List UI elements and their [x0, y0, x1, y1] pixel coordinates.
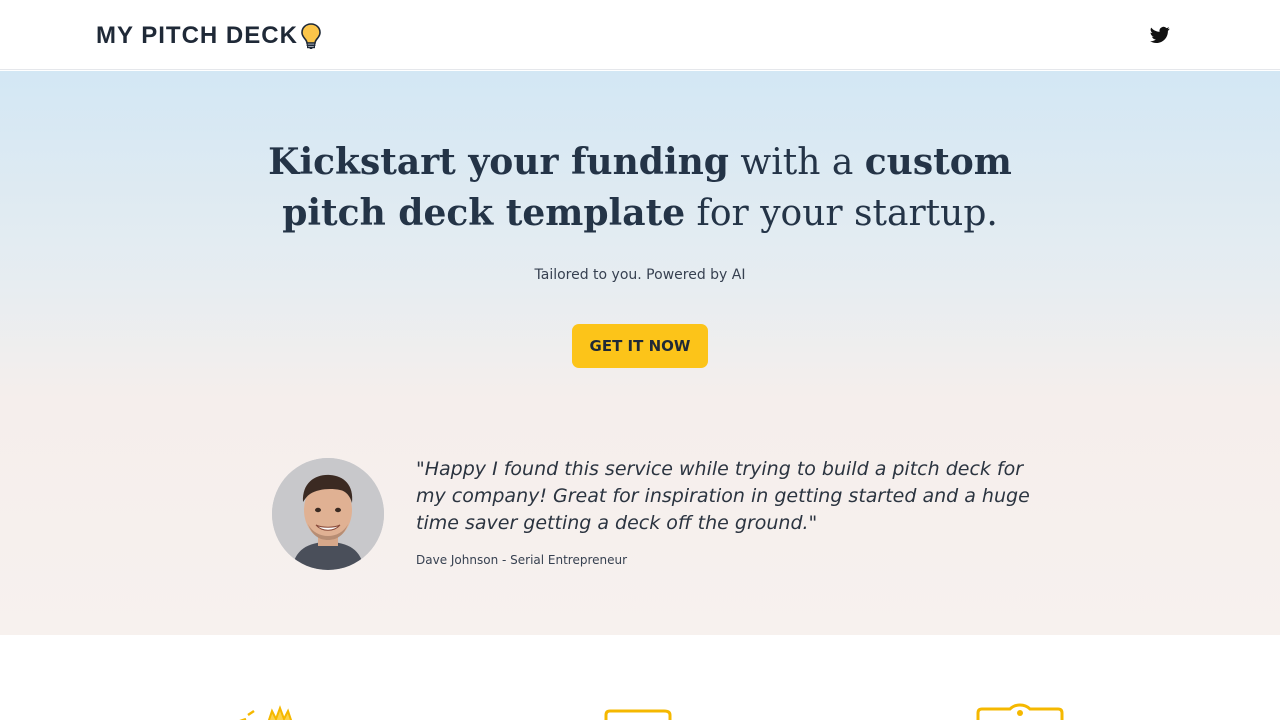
document-icon	[600, 703, 690, 720]
headline-text-4: for your startup.	[685, 193, 998, 234]
avatar-portrait	[272, 458, 384, 570]
twitter-icon	[1150, 26, 1170, 43]
hero-subtitle: Tailored to you. Powered by AI	[534, 267, 746, 283]
avatar	[272, 458, 384, 570]
testimonial-quote: "Happy I found this service while trying…	[416, 458, 1030, 534]
features-section	[0, 635, 1280, 720]
site-header: MY PITCH DECK	[0, 0, 1280, 70]
sparkle-icon	[232, 703, 322, 720]
twitter-link[interactable]	[1150, 26, 1170, 44]
get-it-now-button[interactable]: GET IT NOW	[572, 324, 708, 368]
headline-bold-1: Kickstart your funding	[268, 141, 729, 183]
testimonial-author: Dave Johnson - Serial Entrepreneur	[416, 553, 628, 567]
headline-text-2: with a	[728, 142, 865, 183]
hero-headline: Kickstart your funding with a custom pit…	[240, 137, 1040, 239]
lightbulb-icon	[301, 23, 321, 49]
brand-logo-link[interactable]: MY PITCH DECK	[96, 20, 322, 52]
hero-section: Kickstart your funding with a custom pit…	[0, 71, 1280, 635]
tag-icon	[974, 703, 1064, 720]
brand-name: MY PITCH DECK	[96, 22, 298, 49]
